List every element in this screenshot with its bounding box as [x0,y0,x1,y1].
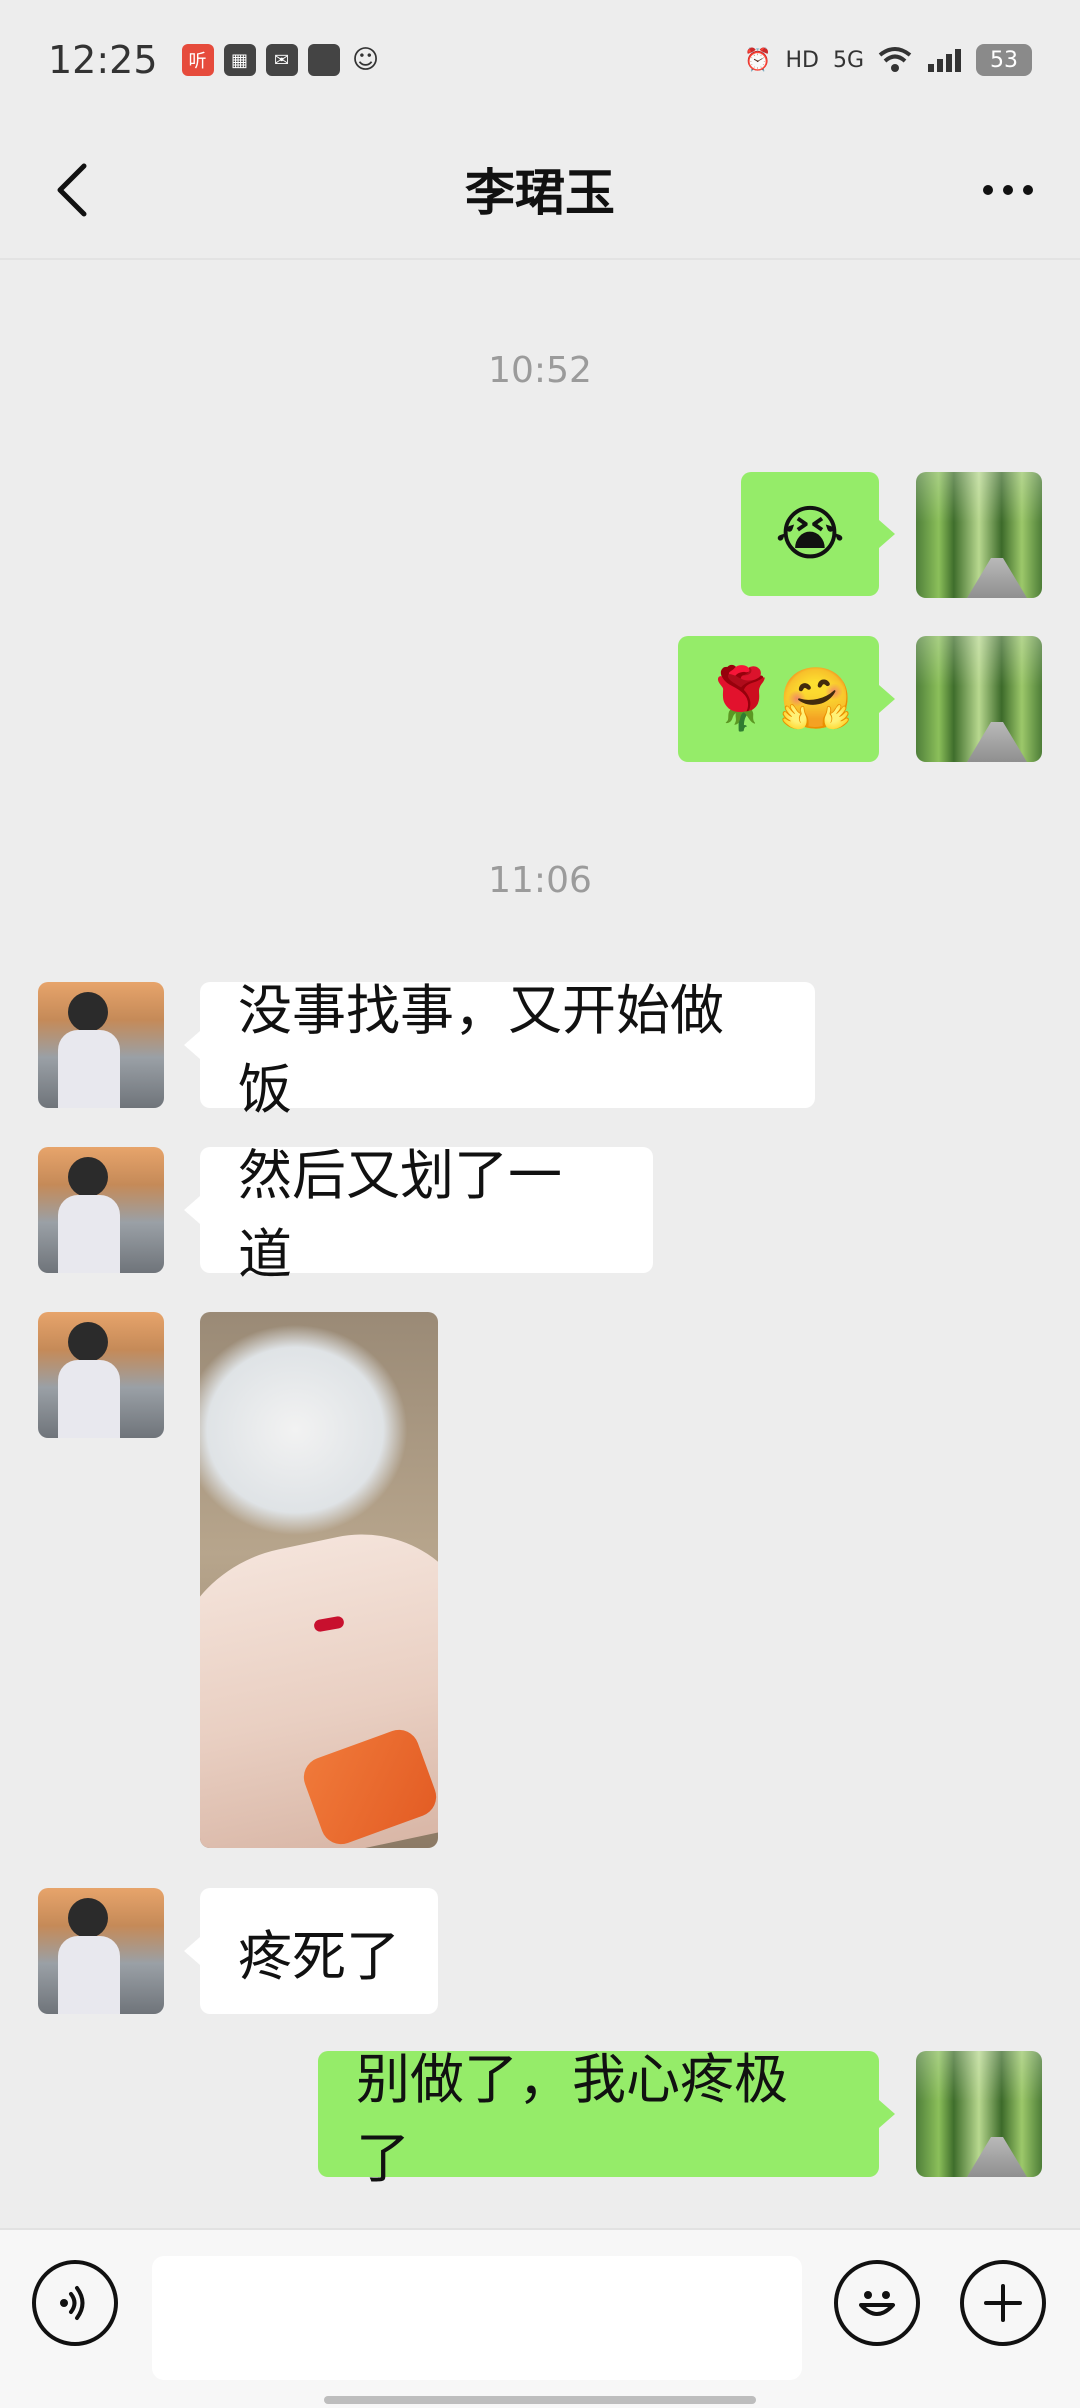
chat-header: 李珺玉 [0,120,1080,260]
battery-indicator: 53 [976,44,1032,76]
emoji: 😭 [774,499,846,569]
message-text: 别做了，我心疼极了 [356,2048,788,2190]
image-message[interactable] [200,1312,438,1848]
more-dot [1023,185,1033,195]
avatar[interactable] [916,636,1042,762]
emoji-button[interactable] [834,2260,920,2346]
avatar[interactable] [38,1312,164,1438]
back-button[interactable] [36,154,108,226]
message-bubble-outgoing[interactable]: 别做了，我心疼极了 [318,2048,879,2190]
smiley-icon [859,2291,895,2316]
listen-app-icon: 听 [181,44,214,76]
plus-icon [984,2284,1022,2322]
status-bar: 12:25 听 ▦ ✉ ☺ ⏰ HD 5G 53 [0,0,1080,120]
more-dot [1003,185,1013,195]
emoji: 🌹🤗 [703,664,854,734]
message-bubble-incoming[interactable]: 疼死了 [200,1888,438,2014]
more-actions-button[interactable] [960,2260,1046,2346]
timestamp: 11:06 [488,860,592,901]
wechat-icon: ☺ [351,45,380,75]
status-left-icons: 听 ▦ ✉ ☺ [181,44,382,76]
voice-icon [60,2286,85,2320]
message-bubble-incoming[interactable]: 然后又划了一道 [200,1144,653,1286]
chat-title: 李珺玉 [465,164,615,222]
status-time: 12:25 [48,38,158,82]
status-right-icons: ⏰ HD 5G 53 [744,44,1032,76]
avatar[interactable] [916,2051,1042,2177]
more-button[interactable] [972,154,1044,226]
notification-icon [307,44,340,76]
avatar[interactable] [38,982,164,1108]
hd-icon: HD [785,47,819,73]
message-text: 然后又划了一道 [238,1144,562,1286]
timestamp: 10:52 [488,350,592,391]
avatar[interactable] [916,472,1042,598]
avatar[interactable] [38,1888,164,2014]
app-icon: ▦ [223,44,256,76]
message-bubble-incoming[interactable]: 没事找事，又开始做饭 [200,979,815,1121]
voice-button[interactable] [32,2260,118,2346]
message-bubble-outgoing[interactable]: 😭 [741,472,879,596]
message-bubble-outgoing[interactable]: 🌹🤗 [678,636,879,762]
wifi-icon [878,46,912,74]
message-text: 没事找事，又开始做饭 [238,979,724,1121]
input-bar [0,2228,1080,2408]
chevron-left-icon [57,163,87,217]
message-text: 疼死了 [238,1924,400,1988]
avatar[interactable] [38,1147,164,1273]
message-input[interactable] [152,2256,802,2380]
signal-icon [926,46,962,74]
more-dot [983,185,993,195]
notification-icon: ✉ [265,44,298,76]
home-indicator[interactable] [324,2396,756,2404]
alarm-icon: ⏰ [744,47,772,73]
5g-signal-icon: 5G [832,47,864,73]
